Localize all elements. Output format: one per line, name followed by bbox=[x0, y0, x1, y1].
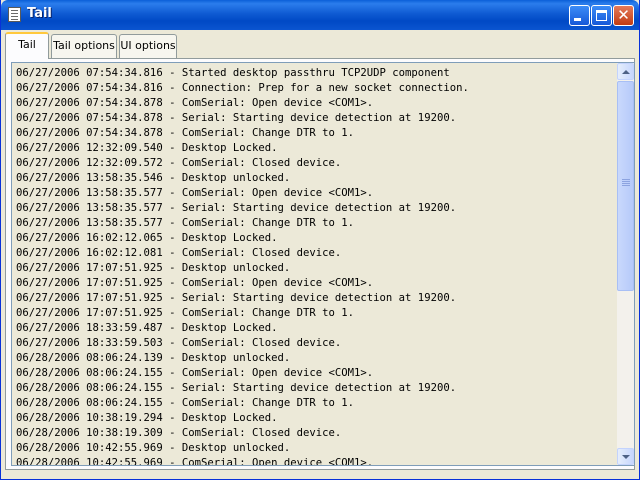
log-lines: 06/27/2006 07:54:34.816 - Started deskto… bbox=[16, 66, 616, 466]
log-line: 06/27/2006 16:02:12.065 - Desktop Locked… bbox=[16, 232, 278, 244]
log-line: 06/27/2006 07:54:34.878 - ComSerial: Cha… bbox=[16, 127, 355, 139]
minimize-button[interactable] bbox=[569, 5, 590, 26]
log-line: 06/27/2006 13:58:35.577 - Serial: Starti… bbox=[16, 202, 457, 214]
title-bar[interactable]: Tail ✕ bbox=[1, 0, 639, 30]
window-title: Tail bbox=[27, 6, 52, 21]
tab-panel: 06/27/2006 07:54:34.816 - Started deskto… bbox=[5, 58, 635, 470]
log-line: 06/27/2006 17:07:51.925 - Serial: Starti… bbox=[16, 292, 457, 304]
log-line: 06/27/2006 17:07:51.925 - ComSerial: Ope… bbox=[16, 277, 374, 289]
log-line: 06/27/2006 16:02:12.081 - ComSerial: Clo… bbox=[16, 247, 342, 259]
log-textbox[interactable]: 06/27/2006 07:54:34.816 - Started deskto… bbox=[11, 62, 635, 466]
log-line: 06/28/2006 10:42:55.969 - ComSerial: Ope… bbox=[16, 457, 374, 466]
scroll-thumb[interactable] bbox=[617, 81, 634, 291]
log-line: 06/27/2006 18:33:59.503 - ComSerial: Clo… bbox=[16, 337, 342, 349]
log-line: 06/28/2006 10:38:19.309 - ComSerial: Clo… bbox=[16, 427, 342, 439]
tab-ui-options[interactable]: UI options bbox=[119, 34, 177, 58]
log-line: 06/27/2006 17:07:51.925 - ComSerial: Cha… bbox=[16, 307, 355, 319]
maximize-icon bbox=[596, 10, 607, 21]
minimize-icon bbox=[574, 18, 581, 21]
log-line: 06/28/2006 08:06:24.155 - ComSerial: Cha… bbox=[16, 397, 355, 409]
tab-tail-options[interactable]: Tail options bbox=[51, 34, 117, 58]
scroll-down-button[interactable] bbox=[617, 448, 634, 465]
maximize-button[interactable] bbox=[591, 5, 612, 26]
log-line: 06/28/2006 08:06:24.155 - Serial: Starti… bbox=[16, 382, 457, 394]
log-line: 06/28/2006 10:38:19.294 - Desktop Locked… bbox=[16, 412, 278, 424]
log-line: 06/27/2006 07:54:34.878 - Serial: Starti… bbox=[16, 112, 457, 124]
log-line: 06/28/2006 08:06:24.155 - ComSerial: Ope… bbox=[16, 367, 374, 379]
log-line: 06/27/2006 07:54:34.878 - ComSerial: Ope… bbox=[16, 97, 374, 109]
vertical-scrollbar[interactable] bbox=[617, 63, 634, 465]
log-line: 06/27/2006 13:58:35.577 - ComSerial: Cha… bbox=[16, 217, 355, 229]
close-icon: ✕ bbox=[617, 6, 630, 24]
document-icon[interactable] bbox=[8, 7, 21, 22]
log-line: 06/27/2006 18:33:59.487 - Desktop Locked… bbox=[16, 322, 278, 334]
scroll-up-button[interactable] bbox=[617, 63, 634, 80]
tail-window: Tail ✕ Tail Tail options UI options 06/2… bbox=[0, 0, 640, 480]
close-button[interactable]: ✕ bbox=[613, 5, 634, 26]
log-line: 06/27/2006 07:54:34.816 - Connection: Pr… bbox=[16, 82, 469, 94]
grip-icon bbox=[622, 179, 630, 180]
arrow-up-icon bbox=[622, 70, 630, 74]
log-line: 06/27/2006 13:58:35.577 - ComSerial: Ope… bbox=[16, 187, 374, 199]
log-line: 06/27/2006 17:07:51.925 - Desktop unlock… bbox=[16, 262, 291, 274]
arrow-down-icon bbox=[622, 455, 630, 459]
log-line: 06/27/2006 12:32:09.540 - Desktop Locked… bbox=[16, 142, 278, 154]
log-line: 06/28/2006 08:06:24.139 - Desktop unlock… bbox=[16, 352, 291, 364]
log-line: 06/27/2006 07:54:34.816 - Started deskto… bbox=[16, 67, 450, 79]
log-line: 06/28/2006 10:42:55.969 - Desktop unlock… bbox=[16, 442, 291, 454]
log-line: 06/27/2006 13:58:35.546 - Desktop unlock… bbox=[16, 172, 291, 184]
tab-tail[interactable]: Tail bbox=[5, 32, 49, 59]
log-line: 06/27/2006 12:32:09.572 - ComSerial: Clo… bbox=[16, 157, 342, 169]
